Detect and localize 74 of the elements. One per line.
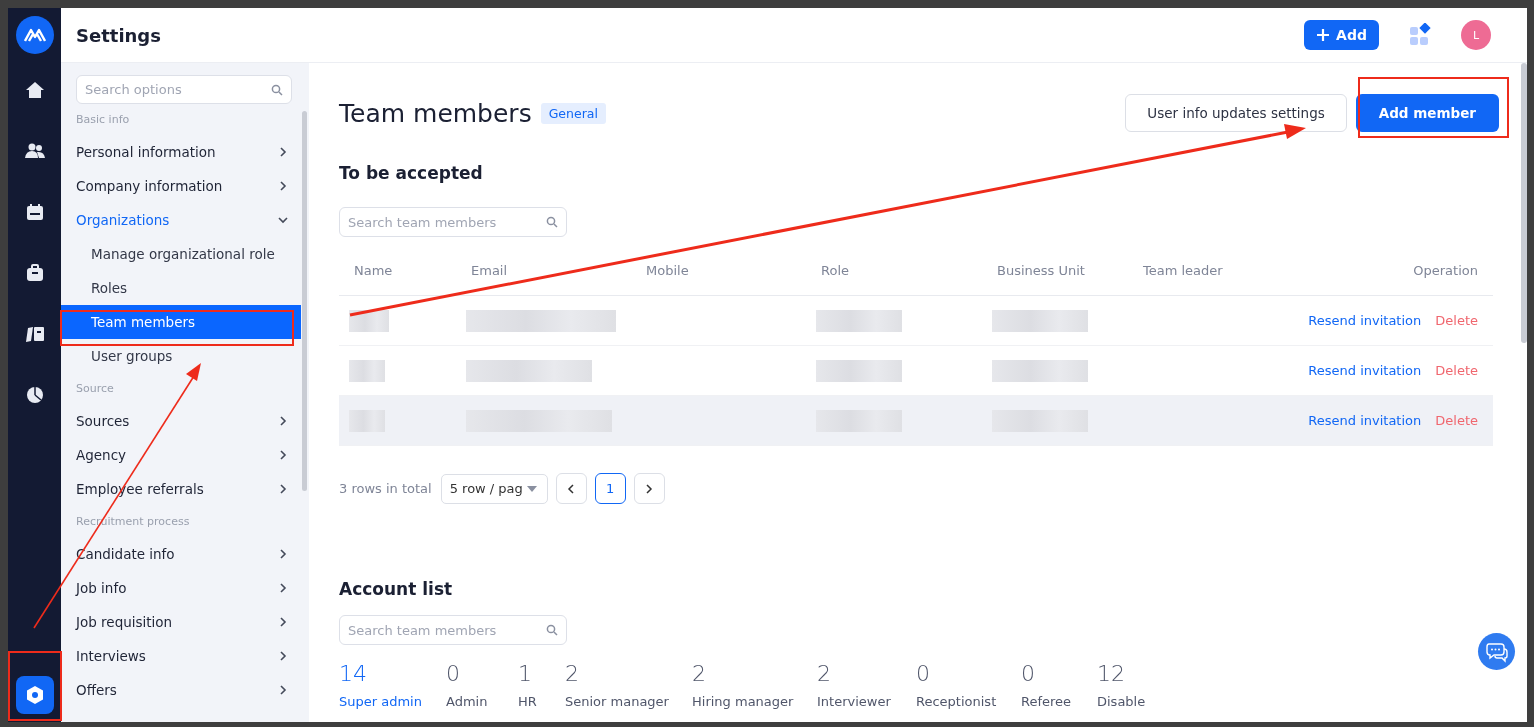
role-filter[interactable]: 1 HR [518,661,565,709]
chevron-right-icon [278,484,288,494]
row-count: 3 rows in total [339,481,432,496]
column-header: Team leader [1143,262,1224,278]
menu-item[interactable]: Job requisition [76,605,288,639]
chevron-right-icon [278,549,288,559]
chevron-left-icon [567,483,576,494]
section-title: To be accepted [339,163,484,185]
search-icon [271,84,283,96]
chat-icon[interactable] [1478,633,1515,670]
column-header: Name [354,262,394,278]
section-heading: Basic info [76,112,131,128]
plus-icon [1316,28,1331,42]
submenu-item[interactable]: Manage organizational role [61,237,301,271]
menu-item[interactable]: Offers [76,673,288,707]
role-filter[interactable]: 14 Super admin [339,661,446,709]
column-header: Role [821,262,850,278]
chevron-right-icon [645,483,654,494]
column-header: Business Unit [997,262,1086,278]
page-size-select[interactable]: 5 row / pag [440,473,548,504]
role-filter[interactable]: 0 Referee [1021,661,1097,709]
add-button[interactable]: Add [1304,20,1379,50]
search-field[interactable]: Search team members [339,207,567,237]
logo-icon[interactable] [15,16,54,54]
menu-item[interactable]: Agency [76,438,288,472]
chevron-right-icon [278,651,288,661]
resend-link[interactable]: Resend invitation [1308,313,1422,328]
section-heading: Source [76,381,115,397]
chevron-down-icon [278,215,288,225]
search-field[interactable]: Search team members [339,615,567,645]
resend-link[interactable]: Resend invitation [1308,413,1422,428]
role-filter[interactable]: 2 Senior manager [565,661,692,709]
menu-item[interactable]: Company information [76,169,288,203]
apps-icon[interactable] [1409,23,1433,47]
menu-item[interactable]: Sources [76,404,288,438]
settings-button[interactable]: User info updates settings [1125,94,1347,132]
chevron-right-icon [278,181,288,191]
role-filter[interactable]: 12 Disable [1097,661,1157,709]
submenu-item[interactable]: User groups [61,339,301,373]
menu-item[interactable]: Personal information [76,135,288,169]
role-filter[interactable]: 0 Admin [446,661,518,709]
search-icon [546,624,558,636]
section-title: Account list [339,579,454,599]
search-field[interactable]: Search options [76,75,292,104]
settings-icon[interactable] [15,676,54,714]
column-header: Mobile [646,262,690,278]
page-header-title: Settings [76,24,162,46]
add-member-button[interactable]: Add member [1355,94,1499,132]
resend-link[interactable]: Resend invitation [1308,363,1422,378]
chevron-right-icon [278,617,288,627]
column-header: Email [471,262,509,278]
role-filter[interactable]: 0 Receptionist [916,661,1021,709]
submenu-item[interactable]: Roles [61,271,301,305]
menu-item[interactable]: Job info [76,571,288,605]
page-title: Team members [339,98,532,128]
column-header: Operation [1412,262,1479,278]
category-tag: General [540,102,606,124]
page-button[interactable]: 1 [594,473,626,504]
chevron-right-icon [278,450,288,460]
previous-page-button[interactable] [555,473,587,504]
menu-item[interactable]: Organizations [76,203,288,237]
role-filter[interactable]: 2 Interviewer [817,661,916,709]
next-page-button[interactable] [633,473,665,504]
chevron-right-icon [278,685,288,695]
chevron-right-icon [278,416,288,426]
caret-icon [526,485,537,492]
search-icon [546,216,558,228]
role-filter[interactable]: 2 Hiring manager [692,661,817,709]
chevron-right-icon [278,147,288,157]
highlight-frame [8,651,62,721]
submenu-item[interactable]: Team members [61,305,301,339]
chevron-right-icon [278,583,288,593]
menu-item[interactable]: Interviews [76,639,288,673]
redacted-text [349,359,385,382]
